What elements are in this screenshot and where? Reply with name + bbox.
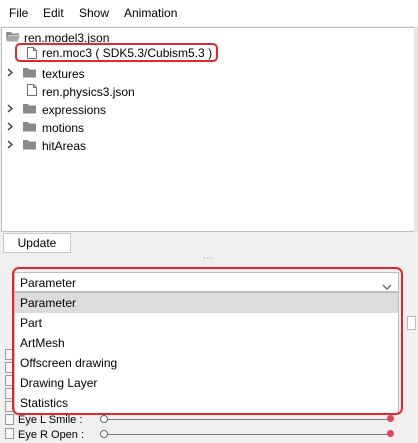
slider-track[interactable] — [104, 434, 391, 435]
chevron-right-icon[interactable] — [6, 99, 16, 117]
update-button[interactable]: Update — [3, 233, 71, 253]
param-label-eye-l-smile: Eye L Smile : — [18, 414, 83, 426]
param-checkbox[interactable] — [5, 414, 14, 425]
param-checkbox[interactable] — [5, 428, 14, 439]
slider-knob[interactable] — [100, 415, 108, 423]
tree-item-hitareas[interactable]: hitAreas — [0, 135, 414, 153]
side-scroll-button[interactable] — [407, 316, 416, 330]
chevron-right-icon[interactable] — [6, 117, 16, 135]
folder-icon — [23, 139, 37, 150]
slider-track[interactable] — [104, 419, 391, 420]
folder-open-icon — [6, 31, 20, 42]
tree-item-textures[interactable]: textures — [0, 63, 414, 81]
chevron-right-icon[interactable] — [6, 63, 16, 81]
chevron-right-icon[interactable] — [6, 135, 16, 153]
folder-icon — [23, 67, 37, 78]
folder-icon — [23, 121, 37, 132]
moc-highlight-frame — [15, 43, 218, 62]
menu-bar: File Edit Show Animation — [0, 0, 418, 26]
dropdown-highlight-frame — [12, 267, 403, 415]
tree-scrollbar[interactable] — [414, 27, 418, 232]
folder-icon — [23, 103, 37, 114]
menu-edit[interactable]: Edit — [43, 6, 64, 20]
slider-value-dot[interactable] — [387, 430, 394, 437]
tree-item-motions[interactable]: motions — [0, 117, 414, 135]
tree-item-physics[interactable]: ren.physics3.json — [0, 81, 414, 99]
menu-animation[interactable]: Animation — [124, 6, 177, 20]
slider-value-dot[interactable] — [387, 415, 394, 422]
menu-show[interactable]: Show — [79, 6, 109, 20]
file-icon — [27, 84, 37, 96]
tree-item-label: hitAreas — [42, 139, 87, 153]
slider-knob[interactable] — [100, 430, 108, 438]
menu-file[interactable]: File — [9, 6, 28, 20]
param-label-eye-r-open: Eye R Open : — [18, 429, 85, 441]
splitter-handle[interactable]: ⋯ — [203, 253, 214, 264]
tree-item-expressions[interactable]: expressions — [0, 99, 414, 117]
